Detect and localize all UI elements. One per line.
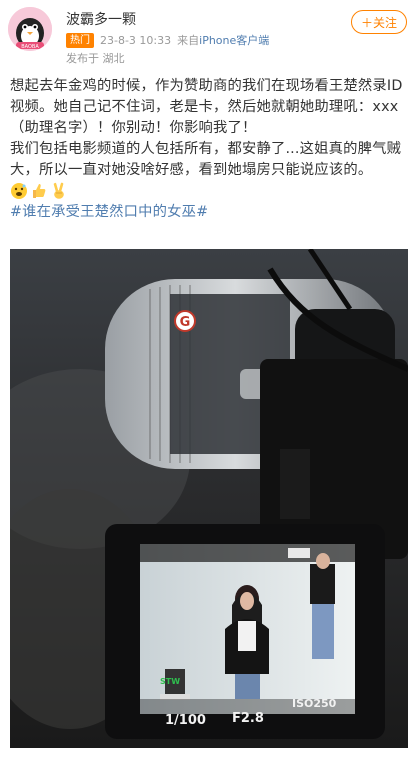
post-paragraph-2: 我们包括电影频道的人包括所有，都安静了...这姐真的脾气贼大，所以一直对她没啥好…: [10, 141, 402, 178]
post-paragraph-2-wrap: 我们包括电影频道的人包括所有，都安静了...这姐真的脾气贼大，所以一直对她没啥好…: [10, 139, 412, 202]
iso-readout: ISO250: [292, 697, 337, 710]
thumbs-up-emoji-icon: [33, 184, 46, 198]
grimace-emoji-icon: [11, 183, 27, 199]
post-meta: 热门 23-8-3 10:33 来自 iPhone客户端: [66, 32, 269, 48]
lens-badge: G: [180, 315, 191, 330]
post-date: 23-8-3 10:33: [100, 33, 172, 47]
post-header: BAOBA 波霸多一颗 热门 23-8-3 10:33 来自 iPhone客户端…: [0, 0, 419, 70]
avatar-label: BAOBA: [21, 44, 39, 50]
penguin-avatar-icon: BAOBA: [8, 7, 52, 51]
topic-link[interactable]: #谁在承受王楚然口中的女巫#: [10, 202, 412, 223]
post-location: 发布于 湖北: [66, 52, 125, 65]
post-photo[interactable]: G STW 1/100 F2.8 ISO250: [10, 249, 408, 748]
camera-monitor-photo: G STW 1/100 F2.8 ISO250: [10, 249, 408, 748]
hot-badge: 热门: [66, 32, 94, 48]
shutter-readout: 1/100: [165, 713, 206, 728]
user-avatar[interactable]: BAOBA: [8, 7, 52, 51]
username[interactable]: 波霸多一颗: [66, 9, 136, 29]
screen-mark: STW: [160, 677, 180, 686]
aperture-readout: F2.8: [232, 711, 264, 726]
emoji-row: [10, 182, 68, 200]
follow-button[interactable]: ＋关注: [351, 10, 407, 34]
source-name[interactable]: iPhone客户端: [199, 32, 269, 48]
post-paragraph-1: 想起去年金鸡的时候，作为赞助商的我们在现场看王楚然录ID视频。她自己记不住词，老…: [10, 78, 403, 136]
source-prefix: 来自: [177, 34, 200, 47]
post-body: 想起去年金鸡的时候，作为赞助商的我们在现场看王楚然录ID视频。她自己记不住词，老…: [10, 76, 412, 223]
victory-hand-emoji-icon: [53, 182, 64, 199]
camera-monitor: STW: [105, 524, 385, 739]
